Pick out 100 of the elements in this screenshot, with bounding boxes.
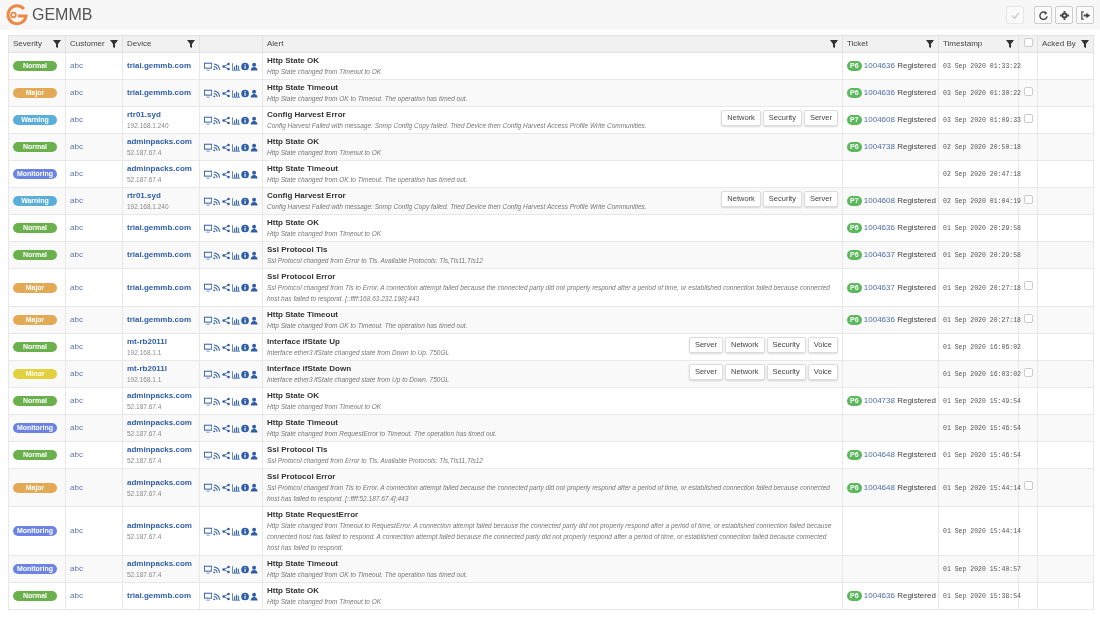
share-icon[interactable] xyxy=(222,223,231,233)
bar-chart-icon[interactable] xyxy=(231,396,240,406)
user-icon[interactable] xyxy=(249,115,259,125)
bar-chart-icon[interactable] xyxy=(231,142,240,152)
acknowledge-checkbox[interactable] xyxy=(1023,194,1033,204)
share-icon[interactable] xyxy=(222,250,231,260)
bar-chart-icon[interactable] xyxy=(231,526,240,536)
monitor-icon[interactable] xyxy=(204,169,213,179)
ticket-link[interactable]: 1004608 xyxy=(863,115,895,124)
user-icon[interactable] xyxy=(249,591,259,601)
user-icon[interactable] xyxy=(249,283,259,292)
monitor-icon[interactable] xyxy=(204,250,213,260)
user-icon[interactable] xyxy=(249,142,259,152)
device-link[interactable]: mt-rb2011l xyxy=(127,336,168,348)
device-link[interactable]: adminpacks.com xyxy=(127,163,192,175)
share-icon[interactable] xyxy=(222,61,231,71)
column-header[interactable]: Ticket xyxy=(847,38,869,50)
filter-icon[interactable] xyxy=(110,40,118,48)
bar-chart-icon[interactable] xyxy=(231,88,240,98)
device-link[interactable]: adminpacks.com xyxy=(127,476,192,489)
filter-icon[interactable] xyxy=(926,40,934,48)
rss-icon[interactable] xyxy=(213,250,222,260)
info-icon[interactable] xyxy=(240,483,249,492)
acknowledge-checkbox[interactable] xyxy=(1023,313,1033,323)
ticket-link[interactable]: 1004738 xyxy=(863,396,895,405)
monitor-icon[interactable] xyxy=(204,315,213,325)
device-link[interactable]: adminpacks.com xyxy=(127,417,192,429)
user-icon[interactable] xyxy=(249,423,259,433)
rss-icon[interactable] xyxy=(213,142,222,152)
rss-icon[interactable] xyxy=(213,450,222,460)
share-icon[interactable] xyxy=(222,423,231,433)
device-link[interactable]: adminpacks.com xyxy=(127,558,192,570)
share-icon[interactable] xyxy=(222,369,231,379)
device-link[interactable]: mt-rb2011l xyxy=(127,363,168,375)
ticket-link[interactable]: 1004636 xyxy=(863,223,895,232)
user-icon[interactable] xyxy=(249,196,259,206)
bar-chart-icon[interactable] xyxy=(231,591,240,601)
bar-chart-icon[interactable] xyxy=(231,283,240,292)
logout-button[interactable] xyxy=(1076,6,1094,24)
user-icon[interactable] xyxy=(249,223,259,233)
bar-chart-icon[interactable] xyxy=(231,223,240,233)
user-icon[interactable] xyxy=(249,169,259,179)
device-link[interactable]: adminpacks.com xyxy=(127,520,192,532)
device-link[interactable]: adminpacks.com xyxy=(127,136,192,148)
ticket-link[interactable]: 1004738 xyxy=(863,142,895,151)
share-icon[interactable] xyxy=(222,315,231,325)
user-icon[interactable] xyxy=(249,526,259,536)
user-icon[interactable] xyxy=(249,250,259,260)
select-all-checkbox[interactable] xyxy=(1023,37,1033,47)
ticket-link[interactable]: 1004648 xyxy=(863,450,895,459)
monitor-icon[interactable] xyxy=(204,196,213,206)
share-icon[interactable] xyxy=(222,450,231,460)
monitor-icon[interactable] xyxy=(204,342,213,352)
share-icon[interactable] xyxy=(222,591,231,601)
bar-chart-icon[interactable] xyxy=(231,196,240,206)
acknowledge-checkbox[interactable] xyxy=(1023,113,1033,123)
monitor-icon[interactable] xyxy=(204,564,213,574)
monitor-icon[interactable] xyxy=(204,283,213,292)
bar-chart-icon[interactable] xyxy=(231,250,240,260)
share-icon[interactable] xyxy=(222,483,231,492)
bar-chart-icon[interactable] xyxy=(231,423,240,433)
ticket-link[interactable]: 1004636 xyxy=(863,315,895,324)
bar-chart-icon[interactable] xyxy=(231,315,240,325)
ticket-link[interactable]: 1004636 xyxy=(863,61,895,70)
monitor-icon[interactable] xyxy=(204,591,213,601)
rss-icon[interactable] xyxy=(213,591,222,601)
share-icon[interactable] xyxy=(222,564,231,574)
ticket-link[interactable]: 1004608 xyxy=(863,196,895,205)
user-icon[interactable] xyxy=(249,88,259,98)
rss-icon[interactable] xyxy=(213,423,222,433)
rss-icon[interactable] xyxy=(213,526,222,536)
device-link[interactable]: rtr01.syd xyxy=(127,109,161,121)
share-icon[interactable] xyxy=(222,115,231,125)
bar-chart-icon[interactable] xyxy=(231,61,240,71)
user-icon[interactable] xyxy=(249,564,259,574)
device-link[interactable]: rtr01.syd xyxy=(127,190,161,202)
bar-chart-icon[interactable] xyxy=(231,169,240,179)
bar-chart-icon[interactable] xyxy=(231,115,240,125)
bar-chart-icon[interactable] xyxy=(231,564,240,574)
rss-icon[interactable] xyxy=(213,169,222,179)
user-icon[interactable] xyxy=(249,369,259,379)
rss-icon[interactable] xyxy=(213,283,222,292)
monitor-icon[interactable] xyxy=(204,396,213,406)
share-icon[interactable] xyxy=(222,169,231,179)
user-icon[interactable] xyxy=(249,342,259,352)
user-icon[interactable] xyxy=(249,396,259,406)
settings-button[interactable] xyxy=(1055,6,1073,24)
rss-icon[interactable] xyxy=(213,196,222,206)
rss-icon[interactable] xyxy=(213,115,222,125)
ticket-link[interactable]: 1004637 xyxy=(863,282,895,292)
monitor-icon[interactable] xyxy=(204,526,213,536)
acknowledge-checkbox[interactable] xyxy=(1023,367,1033,377)
rss-icon[interactable] xyxy=(213,61,222,71)
rss-icon[interactable] xyxy=(213,483,222,492)
bar-chart-icon[interactable] xyxy=(231,342,240,352)
monitor-icon[interactable] xyxy=(204,450,213,460)
rss-icon[interactable] xyxy=(213,342,222,352)
rss-icon[interactable] xyxy=(213,564,222,574)
monitor-icon[interactable] xyxy=(204,61,213,71)
user-icon[interactable] xyxy=(249,61,259,71)
